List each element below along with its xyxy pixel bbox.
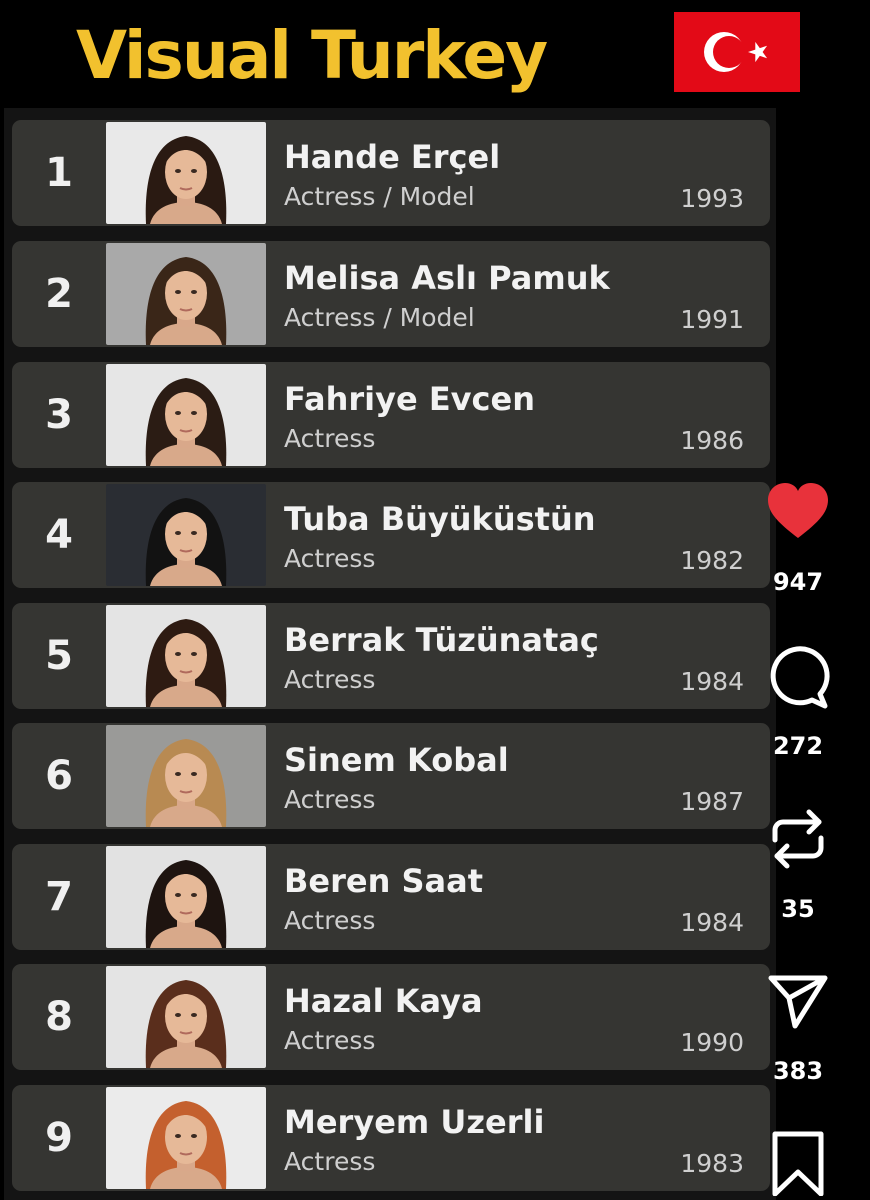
ranking-list: 1 Hande Erçel Actress / Model 1993 2 Melisa A… <box>4 108 776 1200</box>
portrait-photo <box>106 364 266 466</box>
list-item[interactable]: 5 Berrak Tüzünataç Actress 1984 <box>12 603 770 709</box>
rank-number: 8 <box>45 994 73 1040</box>
rank-number: 9 <box>45 1115 73 1161</box>
birth-year: 1991 <box>680 305 744 334</box>
person-role: Actress <box>284 906 376 935</box>
rank-number: 3 <box>45 392 73 438</box>
share-count: 383 <box>772 1057 824 1085</box>
birth-year: 1987 <box>680 787 744 816</box>
birth-year: 1982 <box>680 546 744 575</box>
list-item[interactable]: 9 Meryem Uzerli Actress 1983 <box>12 1085 770 1191</box>
portrait-photo <box>106 605 266 707</box>
rank-number: 7 <box>45 874 73 920</box>
person-name: Tuba Büyüküstün <box>284 500 596 538</box>
portrait-photo <box>106 725 266 827</box>
birth-year: 1993 <box>680 184 744 213</box>
person-name: Melisa Aslı Pamuk <box>284 259 610 297</box>
portrait-photo <box>106 243 266 345</box>
birth-year: 1986 <box>680 426 744 455</box>
rank-number: 6 <box>45 753 73 799</box>
person-role: Actress <box>284 544 376 573</box>
portrait-photo <box>106 966 266 1068</box>
rank-number: 5 <box>45 633 73 679</box>
person-name: Beren Saat <box>284 862 484 900</box>
portrait-photo <box>106 122 266 224</box>
person-name: Hande Erçel <box>284 138 501 176</box>
rank-number: 4 <box>45 512 73 558</box>
list-item[interactable]: 2 Melisa Aslı Pamuk Actress / Model 1991 <box>12 241 770 347</box>
repost-icon[interactable] <box>765 806 831 872</box>
comment-icon[interactable] <box>765 644 831 710</box>
person-role: Actress <box>284 1147 376 1176</box>
portrait-photo <box>106 846 266 948</box>
person-name: Hazal Kaya <box>284 982 483 1020</box>
portrait-photo <box>106 1087 266 1189</box>
person-role: Actress <box>284 665 376 694</box>
list-item[interactable]: 1 Hande Erçel Actress / Model 1993 <box>12 120 770 226</box>
person-name: Berrak Tüzünataç <box>284 621 599 659</box>
like-count: 947 <box>772 568 824 596</box>
birth-year: 1984 <box>680 908 744 937</box>
person-role: Actress <box>284 785 376 814</box>
list-item[interactable]: 3 Fahriye Evcen Actress 1986 <box>12 362 770 468</box>
birth-year: 1984 <box>680 667 744 696</box>
send-icon[interactable] <box>765 968 831 1034</box>
rank-number: 2 <box>45 271 73 317</box>
person-role: Actress <box>284 1026 376 1055</box>
person-role: Actress <box>284 424 376 453</box>
person-role: Actress / Model <box>284 182 475 211</box>
list-item[interactable]: 8 Hazal Kaya Actress 1990 <box>12 964 770 1070</box>
list-item[interactable]: 7 Beren Saat Actress 1984 <box>12 844 770 950</box>
person-name: Sinem Kobal <box>284 741 509 779</box>
bookmark-icon[interactable] <box>765 1130 831 1196</box>
repost-count: 35 <box>781 895 815 923</box>
heart-icon[interactable] <box>765 480 831 546</box>
person-name: Fahriye Evcen <box>284 380 535 418</box>
list-item[interactable]: 4 Tuba Büyüküstün Actress 1982 <box>12 482 770 588</box>
comment-count: 272 <box>772 732 824 760</box>
page-title: Visual Turkey <box>76 17 548 94</box>
turkey-flag-icon <box>674 12 800 92</box>
portrait-photo <box>106 484 266 586</box>
person-name: Meryem Uzerli <box>284 1103 545 1141</box>
birth-year: 1990 <box>680 1028 744 1057</box>
rank-number: 1 <box>45 150 73 196</box>
person-role: Actress / Model <box>284 303 475 332</box>
list-item[interactable]: 6 Sinem Kobal Actress 1987 <box>12 723 770 829</box>
birth-year: 1983 <box>680 1149 744 1178</box>
